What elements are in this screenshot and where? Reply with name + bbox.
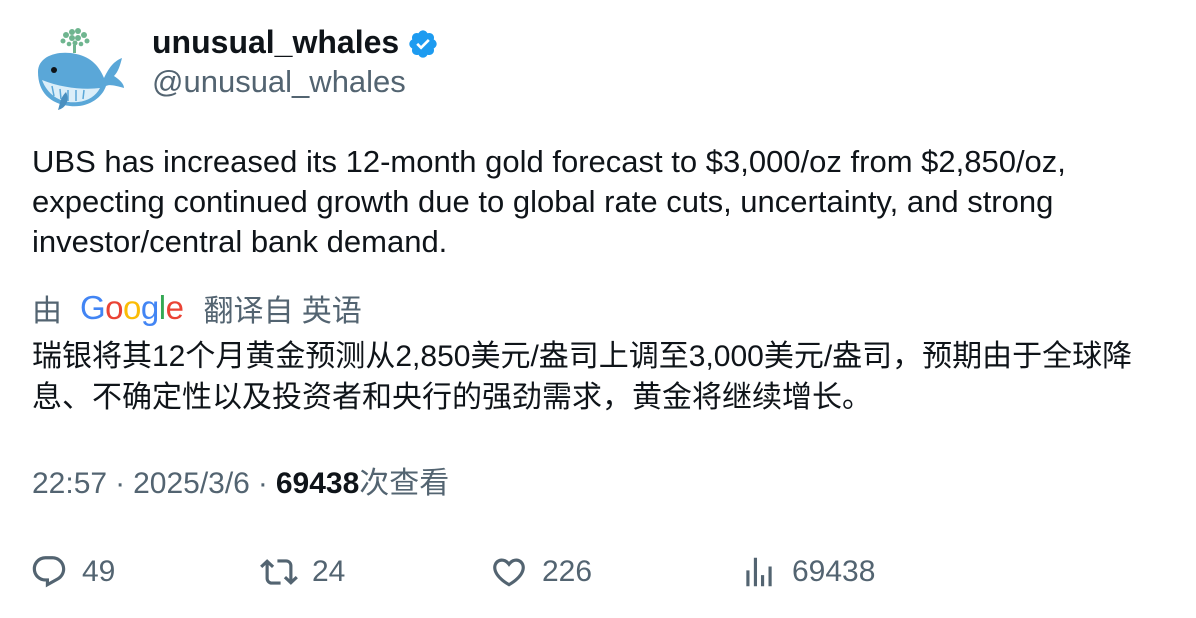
- analytics-icon: [746, 557, 772, 587]
- reply-count: 49: [82, 555, 116, 588]
- like-button[interactable]: 226: [490, 548, 592, 596]
- retweet-icon: [260, 559, 298, 585]
- meta-separator: ·: [257, 467, 268, 500]
- avatar[interactable]: [30, 26, 126, 114]
- heart-icon: [493, 558, 525, 587]
- translation-attribution[interactable]: 由 Google 翻译自 英语: [32, 286, 362, 330]
- like-count: 226: [542, 555, 593, 588]
- tweet-text: UBS has increased its 12-month gold fore…: [32, 144, 1075, 259]
- author-handle[interactable]: @unusual_whales: [152, 64, 406, 100]
- views-button[interactable]: 69438: [740, 548, 875, 596]
- meta-separator: ·: [115, 467, 126, 500]
- tweet-meta: 22:57 · 2025/3/6 · 69438 次查看: [32, 464, 449, 504]
- google-logo: Google: [80, 289, 184, 326]
- reply-icon: [32, 556, 66, 588]
- author-display-name[interactable]: unusual_whales: [152, 23, 399, 61]
- views-action-count: 69438: [792, 555, 876, 588]
- translation-by-label: 由: [32, 295, 62, 328]
- verified-badge-icon: [407, 28, 439, 60]
- tweet-date[interactable]: 2025/3/6: [133, 464, 250, 504]
- retweet-count: 24: [312, 555, 346, 588]
- views-count: 69438: [275, 467, 360, 500]
- tweet-actions: 49 24 226 69438: [30, 548, 1170, 596]
- retweet-button[interactable]: 24: [260, 548, 345, 596]
- reply-button[interactable]: 49: [30, 548, 115, 596]
- views-label: 次查看: [359, 467, 450, 500]
- tweet-time[interactable]: 22:57: [32, 464, 107, 504]
- author-name-row: unusual_whales: [152, 22, 439, 62]
- translated-text: 瑞银将其12个月黄金预测从2,850美元/盎司上调至3,000美元/盎司，预期由…: [32, 340, 1133, 414]
- tweet-card: unusual_whales @unusual_whales UBS has i…: [0, 0, 1196, 618]
- translation-source-label: 翻译自 英语: [203, 295, 362, 328]
- whale-logo-icon: [38, 28, 124, 110]
